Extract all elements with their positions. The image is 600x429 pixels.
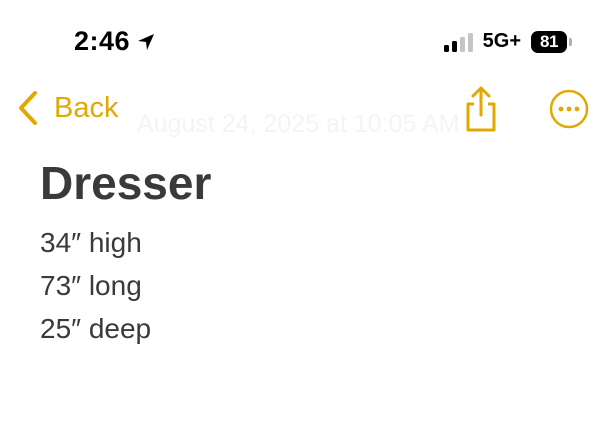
status-indicators: 5G+ 81: [443, 30, 572, 53]
note-line[interactable]: 25″ deep: [40, 307, 580, 350]
nav-bar: Back August 24, 2025 at 10:05 AM: [0, 80, 600, 140]
note-line[interactable]: 34″ high: [40, 221, 580, 264]
signal-bar: [467, 32, 473, 52]
status-time: 2:46: [74, 26, 131, 56]
battery-level: 81: [531, 30, 567, 53]
back-label: Back: [54, 91, 119, 124]
note-line[interactable]: 73″ long: [40, 264, 580, 307]
cellular-signal-icon: [443, 32, 473, 52]
signal-bar: [443, 44, 449, 52]
note-date: August 24, 2025 at 10:05 AM: [137, 110, 460, 138]
status-bar: 2:46 5G+ 81: [0, 0, 600, 80]
note-lines: 34″ high 73″ long 25″ deep: [40, 221, 580, 350]
battery-tip: [569, 37, 572, 46]
back-button[interactable]: Back: [16, 88, 118, 128]
note-body[interactable]: Dresser 34″ high 73″ long 25″ deep: [40, 155, 580, 350]
network-type: 5G+: [482, 30, 521, 52]
more-options-icon: [549, 89, 589, 129]
share-button[interactable]: [460, 84, 502, 134]
battery-icon: 81: [531, 30, 572, 53]
more-options-button[interactable]: [548, 88, 590, 130]
location-arrow-icon: [138, 33, 155, 50]
note-title[interactable]: Dresser: [40, 155, 580, 211]
signal-bar: [451, 40, 457, 52]
chevron-left-icon: [19, 91, 37, 125]
signal-bar: [459, 36, 465, 52]
time-group: 2:46: [74, 26, 156, 57]
share-icon: [466, 86, 496, 132]
